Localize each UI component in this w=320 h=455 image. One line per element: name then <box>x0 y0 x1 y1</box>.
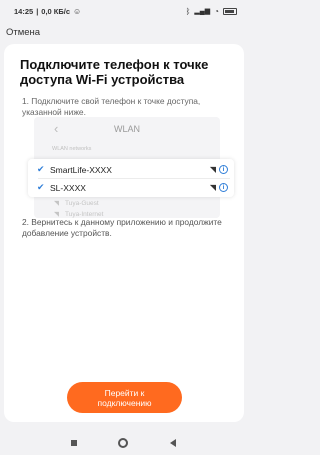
network-name: SL-XXXX <box>50 182 86 193</box>
status-bar: 14:25 | 0,0 КБ/с ☺ ᛒ ▂▄▆ ◔ <box>0 0 247 22</box>
network-name: SmartLife-XXXX <box>50 164 112 175</box>
go-to-connection-button[interactable]: Перейти к подключению <box>67 382 182 413</box>
step2-instruction: 2. Вернитесь к данному приложению и прод… <box>22 217 222 238</box>
network-row-smartlife: ✔ SmartLife-XXXX ◥ i <box>28 160 234 179</box>
page-title: Подключите телефон к точке доступа Wi-Fi… <box>20 57 209 87</box>
status-speed: 0,0 КБ/с <box>41 6 71 16</box>
status-time: 14:25 <box>14 6 34 16</box>
wifi-icon: ◥ <box>209 183 216 192</box>
signal-icon: ▂▄▆ <box>194 8 211 15</box>
wifi-status-icon: ◔ <box>214 6 219 16</box>
home-icon[interactable] <box>118 437 129 448</box>
wifi-icon: ◥ <box>54 200 59 207</box>
recents-icon[interactable] <box>70 439 77 446</box>
network-row-sl: ✔ SL-XXXX ◥ i <box>28 178 234 197</box>
back-icon[interactable] <box>170 438 177 447</box>
check-icon: ✔ <box>37 164 45 174</box>
step1-instruction: 1. Подключите свой телефон к точке досту… <box>22 96 201 117</box>
wlan-section-label: WLAN networks <box>52 146 92 152</box>
network-row-guest: ◥ Tuya-Guest <box>54 199 99 208</box>
info-icon: i <box>219 183 228 192</box>
notification-icon: ☺ <box>73 6 82 16</box>
wlan-title: WLAN <box>113 124 140 134</box>
wifi-icon: ◥ <box>209 165 216 174</box>
info-icon: i <box>219 165 228 174</box>
cancel-button[interactable]: Отмена <box>6 27 40 38</box>
battery-icon <box>223 7 237 15</box>
bluetooth-icon: ᛒ <box>185 6 191 16</box>
check-icon: ✔ <box>37 182 45 192</box>
system-nav-bar <box>0 430 247 455</box>
